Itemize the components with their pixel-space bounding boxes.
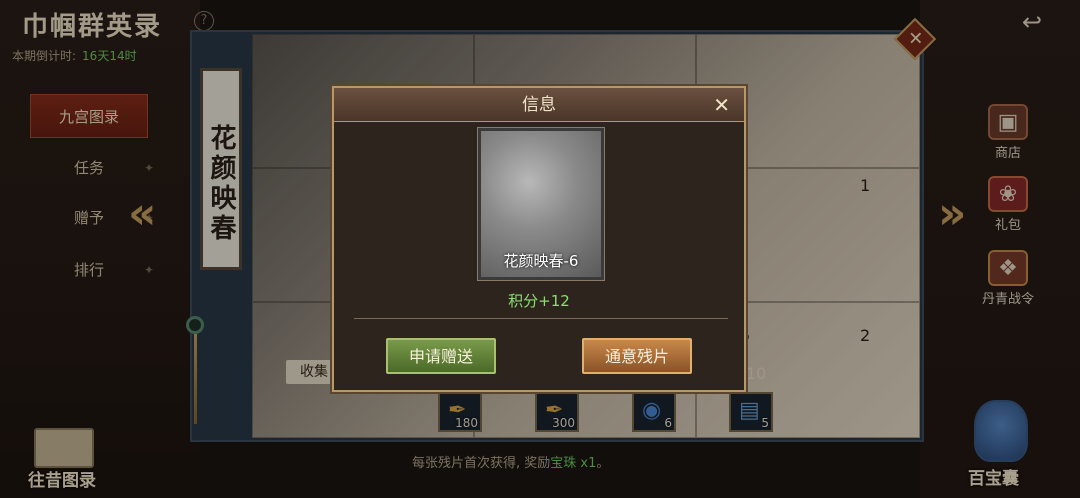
score-text: 积分+12 (508, 292, 570, 310)
divider (354, 318, 728, 319)
info-dialog: 信息 ✕ 花颜映春-6 积分+12 申请赠送 通意残片 (332, 86, 746, 392)
apply-gift-button[interactable]: 申请赠送 (386, 338, 496, 374)
dialog-header: 信息 ✕ (334, 88, 744, 122)
fragment-card: 花颜映春-6 (477, 127, 605, 281)
exchange-fragment-button[interactable]: 通意残片 (582, 338, 692, 374)
close-icon[interactable]: ✕ (713, 88, 730, 122)
card-name: 花颜映春-6 (503, 252, 579, 270)
dialog-title: 信息 (522, 95, 556, 115)
